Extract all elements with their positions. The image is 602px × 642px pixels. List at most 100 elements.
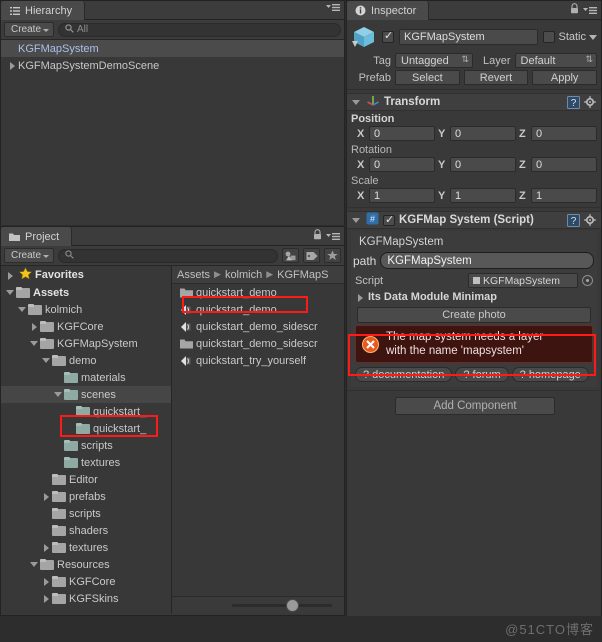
- project-asset-item[interactable]: quickstart_demo: [172, 284, 344, 301]
- project-tree-item[interactable]: scenes: [1, 386, 171, 403]
- chevron-down-icon[interactable]: [17, 304, 28, 315]
- project-menu-icon[interactable]: [326, 232, 340, 241]
- tag-dropdown[interactable]: Untagged: [395, 53, 473, 68]
- data-module-foldout[interactable]: Its Data Module Minimap: [351, 289, 597, 305]
- label-filter-icon[interactable]: [303, 248, 320, 263]
- chevron-down-icon[interactable]: [53, 389, 64, 400]
- chevron-right-icon[interactable]: [29, 321, 40, 332]
- project-asset-item[interactable]: quickstart_demo_sidescr: [172, 335, 344, 352]
- layer-dropdown[interactable]: Default: [514, 53, 597, 68]
- chevron-down-icon[interactable]: [351, 97, 362, 108]
- gameobject-name-field[interactable]: KGFMapSystem: [399, 29, 539, 45]
- chevron-right-icon[interactable]: [41, 491, 52, 502]
- static-toggle[interactable]: Static: [543, 31, 597, 43]
- project-asset-item[interactable]: quickstart_demo_sidescr: [172, 318, 344, 335]
- project-tree-item[interactable]: textures: [1, 454, 171, 471]
- scale-y-input[interactable]: 1: [450, 188, 516, 203]
- chevron-down-icon[interactable]: [41, 355, 52, 366]
- kgfmapsystem-enabled-checkbox[interactable]: [383, 213, 395, 226]
- chevron-right-icon[interactable]: [41, 542, 52, 553]
- path-input[interactable]: KGFMapSystem: [380, 252, 594, 269]
- project-tree-item[interactable]: KGFCore: [1, 318, 171, 335]
- project-favorites-row[interactable]: Favorites: [1, 266, 171, 284]
- help-book-icon[interactable]: ?: [567, 214, 580, 230]
- project-zoom-slider[interactable]: [172, 596, 344, 614]
- homepage-link-button[interactable]: ? homepage: [511, 367, 589, 382]
- project-tree-item[interactable]: scripts: [1, 437, 171, 454]
- prefab-revert-button[interactable]: Revert: [463, 70, 529, 85]
- chevron-down-icon[interactable]: [351, 215, 362, 226]
- chevron-right-icon[interactable]: [7, 60, 18, 71]
- object-picker-icon[interactable]: [582, 275, 593, 286]
- project-tree-item[interactable]: KGFMapSystem: [1, 335, 171, 352]
- hierarchy-create-button[interactable]: Create: [4, 22, 55, 37]
- project-create-button[interactable]: Create: [4, 248, 55, 263]
- chevron-right-icon[interactable]: [41, 576, 52, 587]
- project-tree-item[interactable]: prefabs: [1, 488, 171, 505]
- breadcrumb-item[interactable]: kolmich: [225, 269, 262, 281]
- project-tree-item[interactable]: quickstart_: [1, 403, 171, 420]
- project-asset-item[interactable]: quickstart_try_yourself: [172, 352, 344, 369]
- project-tree-item[interactable]: Assets: [1, 284, 171, 301]
- breadcrumb-item[interactable]: Assets: [177, 269, 210, 281]
- breadcrumb-item[interactable]: KGFMapS: [277, 269, 328, 281]
- tab-hierarchy[interactable]: Hierarchy: [1, 1, 86, 20]
- project-tree-item[interactable]: demo: [1, 352, 171, 369]
- project-tree-item[interactable]: scripts: [1, 505, 171, 522]
- chevron-down-icon[interactable]: [5, 287, 16, 298]
- lock-icon[interactable]: [570, 3, 579, 17]
- project-tree-item[interactable]: KGFCore: [1, 573, 171, 590]
- position-x-input[interactable]: 0: [369, 126, 435, 141]
- documentation-link-button[interactable]: ? documentation: [355, 367, 453, 382]
- inspector-menu-icon[interactable]: [583, 6, 597, 15]
- scale-x-input[interactable]: 1: [369, 188, 435, 203]
- scale-z-input[interactable]: 1: [531, 188, 597, 203]
- kgfmapsystem-component-header[interactable]: # KGFMap System (Script) ?: [347, 211, 601, 229]
- chevron-right-icon[interactable]: [355, 292, 366, 303]
- project-tree-item[interactable]: Resources: [1, 556, 171, 573]
- forum-link-button[interactable]: ? forum: [455, 367, 509, 382]
- prefab-apply-button[interactable]: Apply: [532, 70, 598, 85]
- gear-icon[interactable]: [584, 214, 597, 230]
- type-filter-icon[interactable]: [282, 248, 299, 263]
- hierarchy-search-input[interactable]: All: [58, 22, 341, 37]
- project-asset-item[interactable]: quickstart_demo: [172, 301, 344, 318]
- chevron-right-icon[interactable]: [41, 593, 52, 604]
- static-checkbox[interactable]: [543, 31, 556, 43]
- gear-icon[interactable]: [584, 96, 597, 112]
- project-tree-item[interactable]: Editor: [1, 471, 171, 488]
- project-tree-item[interactable]: materials: [1, 369, 171, 386]
- chevron-down-icon[interactable]: [29, 559, 40, 570]
- add-component-button[interactable]: Add Component: [395, 397, 555, 415]
- project-tree-item[interactable]: textures: [1, 539, 171, 556]
- project-tree-item[interactable]: KGFSkins: [1, 590, 171, 607]
- position-z-input[interactable]: 0: [531, 126, 597, 141]
- project-tree-item[interactable]: shaders: [1, 522, 171, 539]
- lock-icon[interactable]: [313, 229, 322, 243]
- transform-component-header[interactable]: Transform ?: [347, 93, 601, 111]
- chevron-down-icon[interactable]: [29, 338, 40, 349]
- prefab-select-button[interactable]: Select: [395, 70, 460, 85]
- tab-project[interactable]: Project: [1, 227, 73, 246]
- hierarchy-menu-icon[interactable]: [326, 3, 340, 12]
- tab-inspector[interactable]: Inspector: [347, 1, 430, 20]
- create-photo-button[interactable]: Create photo: [357, 307, 591, 323]
- hierarchy-item-kgfmapsystem[interactable]: KGFMapSystem: [1, 40, 344, 57]
- gameobject-enabled-checkbox[interactable]: [382, 29, 394, 43]
- favorite-filter-icon[interactable]: [324, 248, 341, 263]
- slider-track[interactable]: [232, 599, 332, 612]
- chevron-right-icon[interactable]: [5, 270, 16, 281]
- rotation-y-input[interactable]: 0: [450, 157, 516, 172]
- rotation-x-input[interactable]: 0: [369, 157, 435, 172]
- help-book-icon[interactable]: ?: [567, 96, 580, 112]
- position-y-input[interactable]: 0: [450, 126, 516, 141]
- hierarchy-item-kgfmapsystemdemoscene[interactable]: KGFMapSystemDemoScene: [1, 57, 344, 74]
- script-object-field[interactable]: KGFMapSystem: [468, 273, 578, 288]
- project-search-input[interactable]: [58, 248, 278, 263]
- rotation-z-input[interactable]: 0: [531, 157, 597, 172]
- slider-knob[interactable]: [286, 599, 299, 612]
- project-tree-item[interactable]: quickstart_: [1, 420, 171, 437]
- chevron-down-icon[interactable]: [589, 34, 597, 40]
- project-tree-item[interactable]: kolmich: [1, 301, 171, 318]
